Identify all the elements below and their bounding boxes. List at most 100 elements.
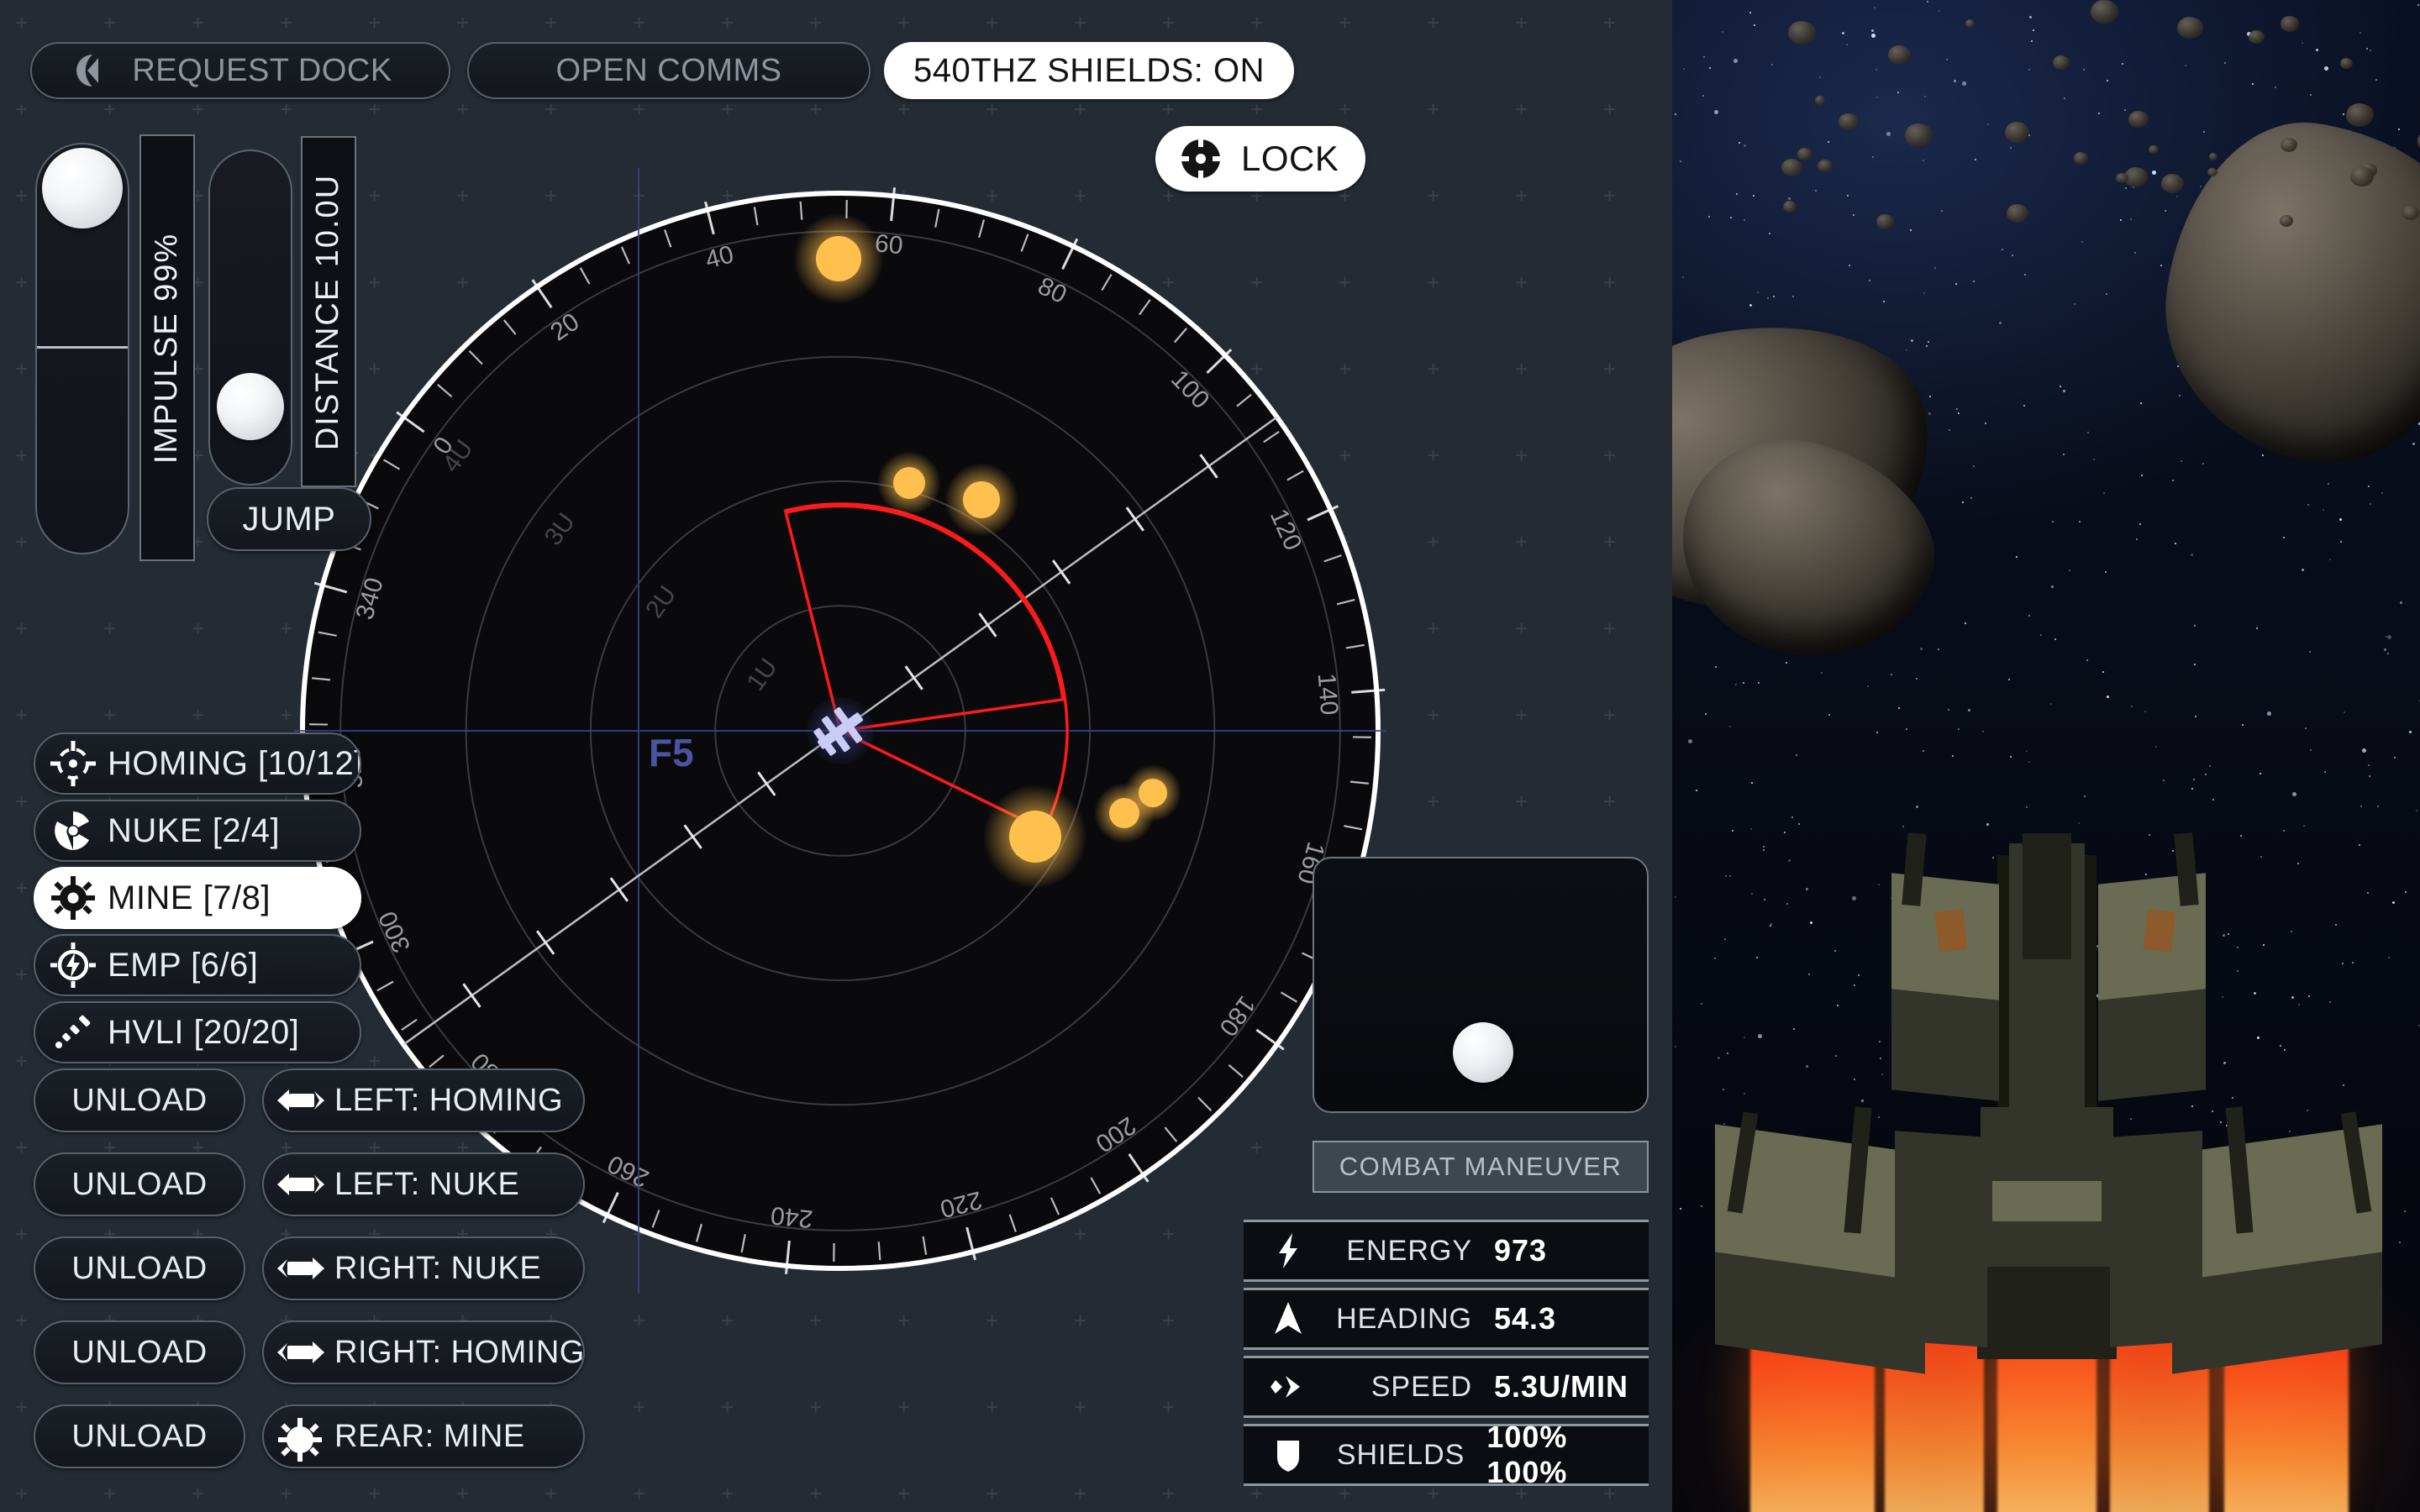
grid-cross: + (15, 443, 29, 468)
grid-cross: + (986, 789, 999, 814)
grid-cross: + (1603, 789, 1617, 814)
grid-cross: + (809, 97, 823, 122)
grid-cross: + (1074, 356, 1087, 381)
tube-left-icon (277, 1081, 324, 1120)
unload-tube-button-3[interactable]: UNLOAD (34, 1320, 245, 1384)
jump-distance-slider-knob[interactable] (217, 373, 284, 440)
grid-cross: + (368, 270, 381, 295)
grid-cross: + (986, 443, 999, 468)
grid-cross: + (986, 1135, 999, 1160)
grid-cross: + (192, 97, 205, 122)
crosshair-icon (1179, 137, 1223, 181)
status-name: HEADING (1336, 1302, 1472, 1335)
weapon-option-hvli[interactable]: HVLI [20/20] (34, 1001, 361, 1063)
grid-cross: + (456, 443, 470, 468)
impulse-slider-knob[interactable] (42, 148, 123, 228)
grid-cross: + (986, 529, 999, 554)
grid-cross: + (809, 529, 823, 554)
grid-cross: + (1250, 875, 1264, 900)
grid-cross: + (986, 1221, 999, 1247)
impulse-value-label: IMPULSE 99% (149, 232, 185, 464)
hvli-icon (50, 1010, 96, 1055)
grid-cross: + (1074, 616, 1087, 641)
grid-cross: + (456, 962, 470, 987)
grid-cross: + (1162, 1135, 1176, 1160)
lock-target-button[interactable]: LOCK (1155, 126, 1365, 192)
status-name: SPEED (1370, 1370, 1472, 1403)
grid-cross: + (633, 356, 646, 381)
grid-cross: + (1074, 10, 1087, 35)
grid-cross: + (986, 1048, 999, 1074)
grid-cross: + (1162, 356, 1176, 381)
weapon-option-mine[interactable]: MINE [7/8] (34, 867, 361, 929)
grid-cross: + (897, 1048, 911, 1074)
lock-target-label: LOCK (1241, 139, 1339, 178)
grid-cross: + (1162, 616, 1176, 641)
grid-cross: + (897, 789, 911, 814)
grid-cross: + (721, 529, 734, 554)
grid-cross: + (721, 875, 734, 900)
grid-cross: + (1603, 270, 1617, 295)
grid-cross: + (986, 1394, 999, 1420)
unload-tube-button-4[interactable]: UNLOAD (34, 1404, 245, 1468)
tube-button-3[interactable]: RIGHT: HOMING (262, 1320, 585, 1384)
grid-cross: + (721, 183, 734, 208)
tube-button-1[interactable]: LEFT: NUKE (262, 1152, 585, 1216)
grid-cross: + (633, 97, 646, 122)
combat-maneuver-knob[interactable] (1453, 1022, 1513, 1083)
weapon-option-emp[interactable]: EMP [6/6] (34, 934, 361, 996)
tube-button-2[interactable]: RIGHT: NUKE (262, 1236, 585, 1300)
grid-cross: + (456, 10, 470, 35)
grid-cross: + (897, 875, 911, 900)
grid-cross: + (986, 616, 999, 641)
tube-button-0[interactable]: LEFT: HOMING (262, 1068, 585, 1132)
unload-tube-button-2[interactable]: UNLOAD (34, 1236, 245, 1300)
unload-label: UNLOAD (71, 1166, 208, 1202)
grid-cross: + (544, 702, 558, 727)
grid-cross: + (1074, 1394, 1087, 1420)
grid-cross: + (1427, 529, 1440, 554)
grid-cross: + (1250, 702, 1264, 727)
grid-cross: + (809, 443, 823, 468)
tube-label: RIGHT: HOMING (334, 1334, 585, 1370)
grid-cross: + (1339, 702, 1352, 727)
unload-tube-button-0[interactable]: UNLOAD (34, 1068, 245, 1132)
grid-cross: + (544, 529, 558, 554)
grid-cross: + (809, 875, 823, 900)
grid-cross: + (897, 962, 911, 987)
grid-cross: + (456, 1481, 470, 1506)
weapon-option-homing[interactable]: HOMING [10/12] (34, 732, 361, 795)
grid-cross: + (1427, 183, 1440, 208)
grid-cross: + (721, 1135, 734, 1160)
grid-cross: + (986, 1481, 999, 1506)
grid-cross: + (103, 10, 117, 35)
grid-cross: + (897, 1308, 911, 1333)
combat-maneuver-pad[interactable] (1313, 857, 1649, 1113)
request-dock-button[interactable]: REQUEST DOCK (30, 42, 450, 99)
homing-missile-icon (50, 741, 96, 786)
grid-cross: + (809, 1308, 823, 1333)
grid-cross: + (809, 1481, 823, 1506)
grid-cross: + (1603, 97, 1617, 122)
grid-cross: + (633, 1135, 646, 1160)
mine-icon (50, 875, 96, 921)
main-viewport-3d[interactable] (1672, 0, 2420, 1512)
jump-button[interactable]: JUMP (207, 487, 371, 551)
shields-toggle-label: 540THZ SHIELDS: ON (913, 51, 1265, 89)
tube-button-4[interactable]: REAR: MINE (262, 1404, 585, 1468)
open-comms-button[interactable]: OPEN COMMS (467, 42, 871, 99)
grid-cross: + (809, 1221, 823, 1247)
grid-cross: + (1250, 1048, 1264, 1074)
weapon-option-label: EMP [6/6] (108, 946, 259, 984)
grid-cross: + (103, 616, 117, 641)
shields-toggle-button[interactable]: 540THZ SHIELDS: ON (884, 42, 1294, 99)
grid-cross: + (368, 10, 381, 35)
tube-label: REAR: MINE (334, 1418, 525, 1454)
unload-tube-button-1[interactable]: UNLOAD (34, 1152, 245, 1216)
unload-label: UNLOAD (71, 1418, 208, 1454)
grid-cross: + (544, 443, 558, 468)
weapon-option-nuke[interactable]: NUKE [2/4] (34, 800, 361, 862)
grid-cross: + (1339, 789, 1352, 814)
grid-cross: + (721, 1481, 734, 1506)
grid-cross: + (897, 702, 911, 727)
